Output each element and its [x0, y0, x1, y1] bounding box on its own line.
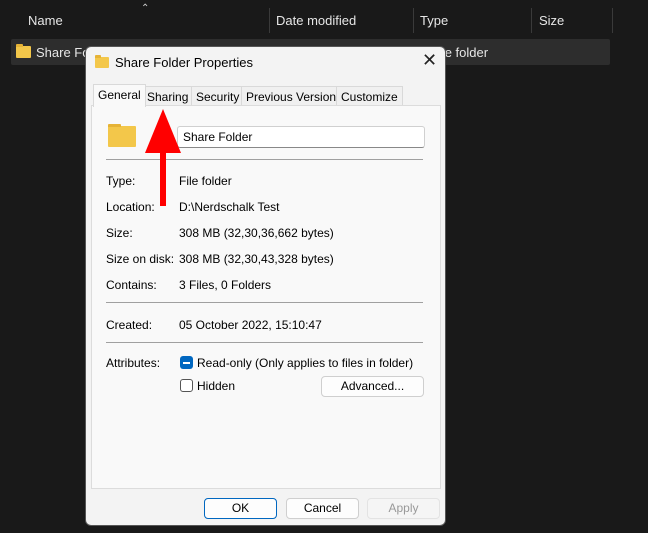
tab-general[interactable]: General [93, 84, 146, 107]
arrow-head [145, 109, 181, 153]
red-arrow-annotation [145, 109, 181, 206]
arrow-shaft [160, 148, 166, 206]
